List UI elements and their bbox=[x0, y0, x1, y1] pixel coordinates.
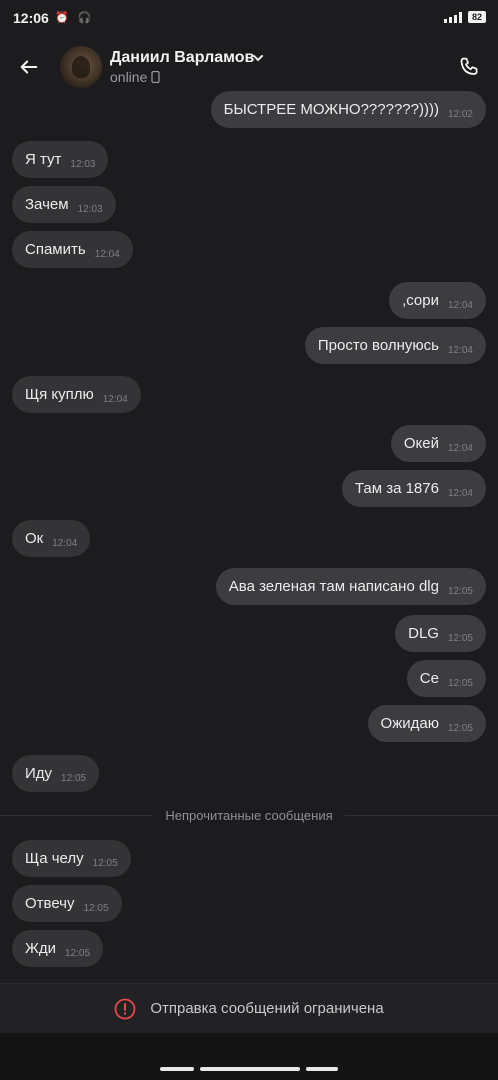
unread-divider-label: Непрочитанные сообщения bbox=[165, 807, 333, 823]
status-bar: 12:06 ⏰ 🎧 82 bbox=[0, 0, 498, 36]
arrow-left-icon bbox=[20, 60, 38, 74]
contact-name[interactable]: Даниил Варламов bbox=[110, 49, 254, 67]
nav-back-gesture[interactable] bbox=[306, 1067, 338, 1071]
message-bubble[interactable]: Иду 12:05 bbox=[12, 755, 100, 792]
message-bubble[interactable]: Окей 12:04 bbox=[390, 425, 486, 462]
restricted-text: Отправка сообщений ограничена bbox=[150, 1000, 384, 1017]
message-bubble[interactable]: Отвечу 12:05 bbox=[12, 885, 122, 922]
message-bubble[interactable]: Там за 1876 12:04 bbox=[341, 470, 486, 507]
message-bubble[interactable]: Жди 12:05 bbox=[12, 930, 104, 967]
unread-divider: Непрочитанные сообщения bbox=[0, 804, 498, 826]
chat-screen: 12:06 ⏰ 🎧 82 Даниил Варламов online БЫСТ… bbox=[0, 0, 498, 1080]
status-time: 12:06 bbox=[13, 10, 49, 26]
message-bubble[interactable]: Зачем 12:03 bbox=[12, 186, 116, 223]
message-bubble[interactable]: Просто волнуюсь 12:04 bbox=[304, 327, 486, 364]
battery-icon: 82 bbox=[467, 11, 486, 23]
chevron-down-icon bbox=[253, 55, 263, 62]
message-bubble[interactable]: Спамить 12:04 bbox=[12, 231, 133, 268]
message-bubble[interactable]: БЫСТРЕЕ МОЖНО???????)))) 12:02 bbox=[210, 91, 486, 128]
message-list: БЫСТРЕЕ МОЖНО???????)))) 12:02 Я тут 12:03… bbox=[0, 90, 498, 980]
back-button[interactable] bbox=[12, 50, 46, 84]
message-bubble[interactable]: Ожидаю 12:05 bbox=[367, 705, 486, 742]
system-nav-bar bbox=[0, 1033, 498, 1080]
mobile-device-icon bbox=[151, 71, 160, 83]
message-bubble[interactable]: Ава зеленая там написано dlg 12:05 bbox=[215, 568, 486, 605]
nav-recents-gesture[interactable] bbox=[160, 1067, 194, 1071]
status-label: online bbox=[110, 69, 148, 85]
signal-icon bbox=[443, 11, 462, 23]
alert-circle-icon bbox=[114, 998, 136, 1019]
message-bubble[interactable]: DLG 12:05 bbox=[395, 615, 486, 652]
message-bubble[interactable]: Ща челу 12:05 bbox=[12, 840, 131, 877]
message-bubble[interactable]: Се 12:05 bbox=[406, 660, 486, 697]
message-bubble[interactable]: Ок 12:04 bbox=[12, 520, 91, 557]
nav-home-gesture[interactable] bbox=[200, 1067, 300, 1071]
alarm-headphones-icons: ⏰ 🎧 bbox=[55, 12, 95, 24]
contact-status: online bbox=[110, 69, 160, 85]
message-bubble[interactable]: Я тут 12:03 bbox=[12, 141, 109, 178]
call-button[interactable] bbox=[452, 50, 486, 84]
message-bubble[interactable]: ,сори 12:04 bbox=[389, 282, 486, 319]
messaging-restricted-bar: Отправка сообщений ограничена bbox=[0, 983, 498, 1033]
chat-header: Даниил Варламов online bbox=[0, 38, 498, 94]
phone-icon bbox=[460, 57, 478, 75]
status-right: 82 bbox=[443, 11, 486, 23]
avatar[interactable] bbox=[60, 46, 102, 88]
message-bubble[interactable]: Щя куплю 12:04 bbox=[12, 376, 141, 413]
